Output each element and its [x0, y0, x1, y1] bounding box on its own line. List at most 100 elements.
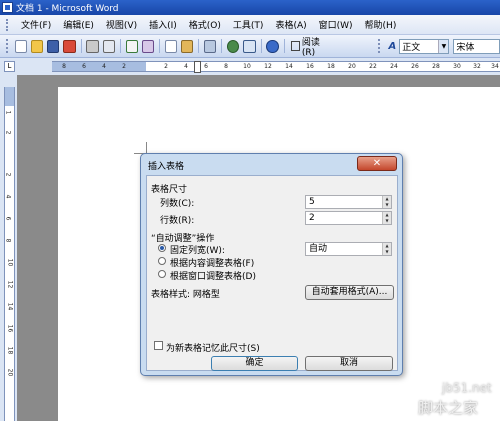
help-icon[interactable]: [266, 39, 279, 53]
ruler-tick: 4: [102, 63, 106, 70]
ruler-tick: 26: [411, 63, 419, 70]
ok-button[interactable]: 确定: [211, 356, 298, 371]
first-line-indent-marker[interactable]: [194, 61, 201, 73]
window-title: 文档 1 - Microsoft Word: [16, 4, 119, 14]
ruler-tick: 28: [432, 63, 440, 70]
print-preview-icon[interactable]: [102, 39, 115, 53]
fixed-width-label: 固定列宽(W):: [170, 246, 225, 256]
ruler-vtick: 18: [6, 346, 14, 355]
columns-spinner[interactable]: 5 ▲ ▼: [305, 195, 392, 209]
permission-icon[interactable]: [63, 39, 76, 53]
chevron-down-icon[interactable]: ▼: [438, 39, 449, 53]
ruler-tick: 8: [224, 63, 228, 70]
ruler-tick: 22: [369, 63, 377, 70]
title-bar: 文档 1 - Microsoft Word: [0, 0, 500, 15]
fixed-width-value: 自动: [309, 244, 328, 254]
table-icon[interactable]: [243, 39, 256, 53]
table-style-label: 表格样式: 网格型: [151, 290, 220, 300]
autoformat-button[interactable]: 自动套用格式(A)...: [305, 285, 394, 300]
menu-edit[interactable]: 编辑(E): [57, 18, 100, 31]
autofit-window-label: 根据窗口调整表格(D): [170, 272, 256, 282]
research-icon[interactable]: [141, 39, 155, 53]
ruler-tick: 18: [327, 63, 335, 70]
ruler-vtick: 20: [6, 368, 14, 377]
ruler-tick: 6: [204, 63, 208, 70]
style-select[interactable]: 正文 ▼: [399, 38, 450, 54]
ruler-tick: 6: [82, 63, 86, 70]
toolbar-separator: [260, 39, 262, 53]
ruler-tick: 8: [62, 63, 66, 70]
spinner-arrows-icon[interactable]: ▲ ▼: [382, 196, 391, 208]
toolbar-separator: [221, 39, 223, 53]
ruler-tick: 2: [122, 63, 126, 70]
ruler-tick: 30: [453, 63, 461, 70]
ruler-vtick: 8: [4, 238, 12, 243]
menu-file[interactable]: 文件(F): [15, 18, 57, 31]
word-app-icon[interactable]: [2, 2, 13, 13]
ruler-vtick: 1: [4, 110, 12, 115]
toolbar-separator: [80, 39, 82, 53]
read-button[interactable]: 阅读(R): [288, 35, 334, 58]
ruler-tick: 12: [264, 63, 272, 70]
horizontal-ruler-area: L 8 6 4 2 2 4 6 8 10 12 14 16 18 20 22 2…: [0, 58, 500, 75]
toolbar-separator: [198, 39, 200, 53]
ruler-vtick: 2: [4, 130, 12, 135]
menu-insert[interactable]: 插入(I): [143, 18, 183, 31]
new-icon[interactable]: [14, 39, 28, 53]
styles-pane-icon[interactable]: A: [388, 41, 396, 52]
menu-window[interactable]: 窗口(W): [313, 18, 359, 31]
read-icon: [290, 41, 300, 51]
vertical-ruler[interactable]: 1 2 2 4 6 8 10 12 14 16 18 20: [4, 87, 15, 421]
menu-grip[interactable]: [6, 18, 9, 31]
ruler-vtick: 10: [6, 258, 14, 267]
ruler-tick: 24: [390, 63, 398, 70]
ruler-vtick: 2: [4, 172, 12, 177]
paste-icon[interactable]: [181, 39, 194, 53]
autofit-content-radio[interactable]: [158, 257, 166, 265]
menu-table[interactable]: 表格(A): [269, 18, 312, 31]
formatting-toolbar-grip[interactable]: [377, 39, 381, 53]
menu-bar: 文件(F) 编辑(E) 视图(V) 插入(I) 格式(O) 工具(T) 表格(A…: [0, 15, 500, 35]
close-button[interactable]: ✕: [357, 156, 397, 171]
table-size-group-label: 表格尺寸: [151, 185, 188, 195]
ruler-top-margin: [5, 87, 14, 106]
horizontal-ruler[interactable]: 8 6 4 2 2 4 6 8 10 12 14 16 18 20 22 24 …: [52, 61, 500, 73]
columns-value: 5: [309, 197, 315, 207]
menu-view[interactable]: 视图(V): [100, 18, 143, 31]
undo-icon[interactable]: [204, 39, 217, 53]
spinner-arrows-icon[interactable]: ▲ ▼: [382, 243, 391, 255]
save-icon[interactable]: [47, 39, 60, 53]
rows-spinner[interactable]: 2 ▲ ▼: [305, 211, 392, 225]
menu-format[interactable]: 格式(O): [183, 18, 227, 31]
ruler-vtick: 16: [6, 324, 14, 333]
hyperlink-icon[interactable]: [227, 39, 240, 53]
spinner-arrows-icon[interactable]: ▲ ▼: [382, 212, 391, 224]
ruler-tick: 10: [243, 63, 251, 70]
ruler-tick: 2: [164, 63, 168, 70]
ruler-tick: 20: [348, 63, 356, 70]
menu-help[interactable]: 帮助(H): [359, 18, 403, 31]
open-icon[interactable]: [31, 39, 44, 53]
ruler-tick: 34: [491, 63, 499, 70]
toolbar-grip[interactable]: [6, 39, 9, 53]
font-value: 宋体: [456, 42, 475, 53]
menu-tools[interactable]: 工具(T): [227, 18, 270, 31]
remember-size-label: 为新表格记忆此尺寸(S): [166, 344, 260, 354]
autofit-window-radio[interactable]: [158, 270, 166, 278]
ruler-tick: 32: [473, 63, 481, 70]
fixed-width-radio[interactable]: [158, 244, 166, 252]
tab-selector[interactable]: L: [4, 61, 15, 72]
copy-icon[interactable]: [164, 39, 178, 53]
ruler-vtick: 6: [4, 216, 12, 221]
toolbar-separator: [283, 39, 285, 53]
ruler-vtick: 4: [4, 194, 12, 199]
cancel-button[interactable]: 取消: [305, 356, 393, 371]
font-select[interactable]: 宋体: [453, 38, 500, 54]
remember-size-checkbox[interactable]: [154, 341, 163, 350]
spelling-icon[interactable]: [125, 39, 138, 53]
fixed-width-spinner[interactable]: 自动 ▲ ▼: [305, 242, 392, 256]
columns-label: 列数(C):: [160, 199, 195, 209]
print-icon[interactable]: [86, 39, 99, 53]
dialog-title: 插入表格: [148, 162, 185, 172]
toolbar-separator: [119, 39, 121, 53]
